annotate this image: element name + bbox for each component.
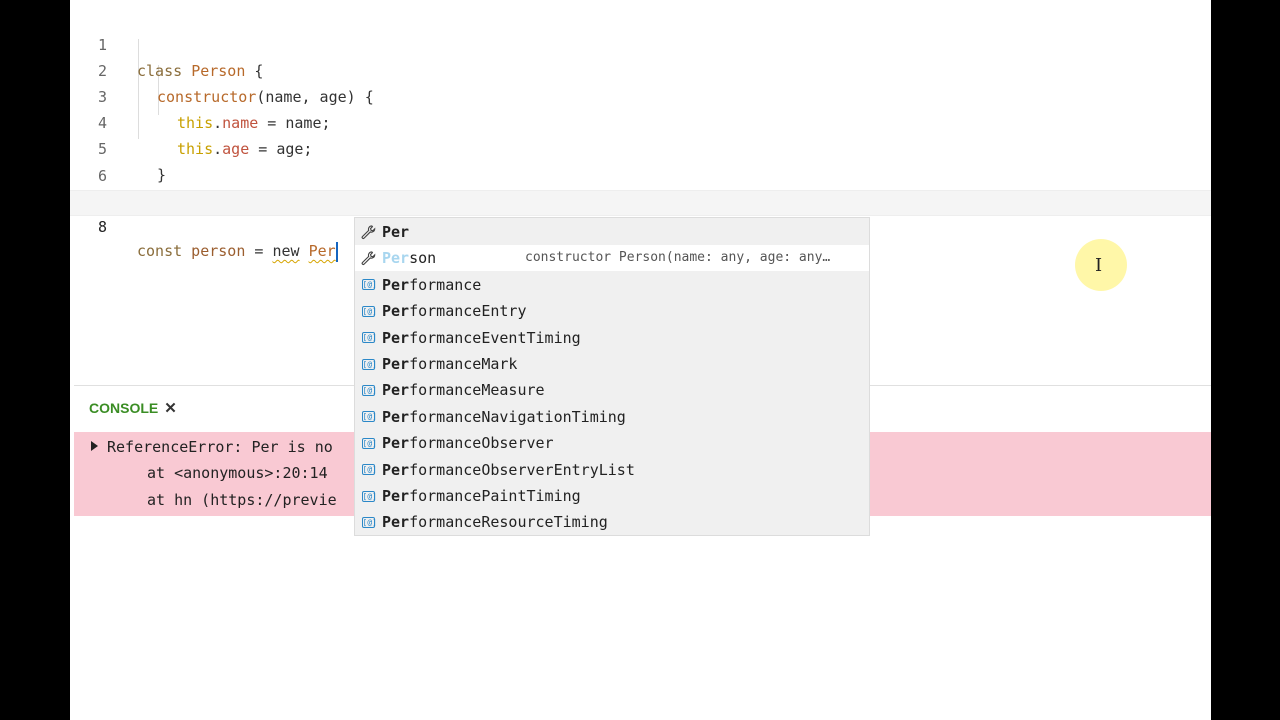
match-highlight: Per — [382, 434, 410, 453]
stack-frame: at <anonymous>:20:14 — [147, 464, 328, 482]
code-line-3[interactable]: 3 this.name = name; — [70, 58, 1211, 132]
code-line-6[interactable]: 6 }; — [70, 137, 1211, 211]
match-highlight: Per — [382, 355, 410, 373]
code-line-7[interactable]: 7 — [70, 163, 1211, 211]
typed-identifier: Per — [308, 242, 336, 260]
suggestion-item[interactable]: [@] Performance — [355, 272, 869, 298]
suggestion-label: PerformanceObserver — [382, 430, 554, 456]
suggestion-rest: formanceObserverEntryList — [409, 460, 635, 479]
code-line-1[interactable]: 1 class Person { — [70, 6, 1211, 80]
match-highlight: Per — [382, 381, 410, 400]
line-number: 8 — [97, 218, 107, 236]
suggestion-item[interactable]: [@] PerformanceObserver — [355, 430, 869, 456]
wrench-icon — [360, 245, 376, 271]
code-line-4[interactable]: 4 this.age = age; — [70, 84, 1211, 158]
suggestion-label: PerformanceNavigationTiming — [382, 404, 626, 430]
code-line-5[interactable]: 5 } — [70, 110, 1211, 184]
suggestion-item[interactable]: [@] PerformanceEventTiming — [355, 325, 869, 351]
match-highlight: Per — [382, 513, 410, 532]
suggestion-label: PerformanceEntry — [382, 298, 527, 324]
variable-icon: [@] — [361, 490, 377, 502]
suggestion-label: PerformanceMeasure — [382, 377, 545, 403]
wrench-icon — [360, 219, 376, 245]
variable-icon: [@] — [361, 384, 377, 396]
variable-icon: [@] — [361, 437, 377, 449]
suggestion-item[interactable]: [@] PerformanceEntry — [355, 298, 869, 324]
console-title: CONSOLE — [89, 400, 159, 416]
match-highlight: Per — [382, 275, 410, 294]
suggestion-label: Person — [382, 245, 436, 271]
error-message: ReferenceError: Per is no — [107, 438, 333, 456]
suggestion-item[interactable]: Person constructor Person(name: any, age:… — [355, 245, 869, 272]
suggestion-item[interactable]: [@] PerformanceMeasure — [355, 377, 869, 403]
suggestion-label: PerformancePaintTiming — [382, 483, 581, 509]
text-cursor — [335, 241, 338, 262]
suggestion-rest: formance — [409, 275, 482, 294]
console-tab[interactable]: CONSOLE ✕ — [89, 397, 177, 419]
match-highlight: Per — [382, 249, 410, 268]
stack-frame: at hn (https://previe — [147, 491, 337, 509]
suggestion-label: PerformanceMark — [382, 351, 517, 377]
variable-icon: [@] — [361, 305, 377, 317]
suggestion-item[interactable]: [@] PerformanceNavigationTiming — [355, 404, 869, 430]
match-highlight: Per — [382, 223, 410, 241]
new-keyword: new — [272, 242, 300, 260]
suggestion-label: PerformanceObserverEntryList — [382, 457, 635, 483]
suggestion-label: PerformanceResourceTiming — [382, 509, 608, 535]
suggestion-detail: constructor Person(name: any, age: any… — [525, 250, 831, 266]
keyword: const — [137, 242, 183, 260]
suggestion-item[interactable]: [@] PerformanceResourceTiming — [355, 509, 869, 535]
match-highlight: Per — [382, 487, 410, 505]
suggestion-item[interactable]: Per — [355, 219, 869, 245]
suggestion-rest: formanceResourceTiming — [409, 513, 608, 532]
suggestion-item[interactable]: [@] PerformanceMark — [355, 351, 869, 377]
ibeam-cursor-icon: I — [1095, 255, 1103, 276]
suggestion-label: Performance — [382, 272, 481, 298]
variable-icon: [@] — [361, 358, 377, 370]
suggestion-rest: son — [409, 249, 437, 268]
match-highlight: Per — [382, 302, 410, 321]
match-highlight: Per — [382, 460, 410, 479]
equals: = — [245, 242, 273, 260]
code-line-8-active[interactable]: 8 const person = new Per — [70, 190, 1211, 262]
suggestion-label: Per — [382, 219, 409, 245]
suggestion-item[interactable]: [@] PerformanceObserverEntryList — [355, 457, 869, 483]
variable-name: person — [182, 242, 246, 260]
close-icon[interactable]: ✕ — [164, 400, 177, 417]
suggestion-rest: formanceEventTiming — [409, 328, 581, 347]
match-highlight: Per — [382, 407, 410, 426]
match-highlight: Per — [382, 328, 410, 347]
expand-triangle-icon[interactable] — [91, 441, 98, 451]
suggestion-rest: formanceMark — [409, 355, 518, 373]
suggestion-rest: formanceEntry — [409, 302, 527, 321]
suggestion-item[interactable]: [@] PerformancePaintTiming — [355, 483, 869, 509]
autocomplete-widget[interactable]: Per Person constructor Person(name: any, a… — [354, 217, 870, 536]
variable-icon: [@] — [361, 279, 377, 291]
suggestion-label: PerformanceEventTiming — [382, 325, 581, 351]
variable-icon: [@] — [361, 516, 377, 528]
suggestion-rest: formanceNavigationTiming — [409, 407, 626, 426]
suggestion-rest: formancePaintTiming — [409, 487, 581, 505]
code-line-2[interactable]: 2 constructor(name, age) { — [70, 32, 1211, 106]
suggestion-rest: formanceMeasure — [409, 381, 545, 400]
variable-icon: [@] — [361, 464, 377, 476]
variable-icon: [@] — [361, 411, 377, 423]
variable-icon: [@] — [361, 332, 377, 344]
suggestion-rest: formanceObserver — [409, 434, 554, 453]
